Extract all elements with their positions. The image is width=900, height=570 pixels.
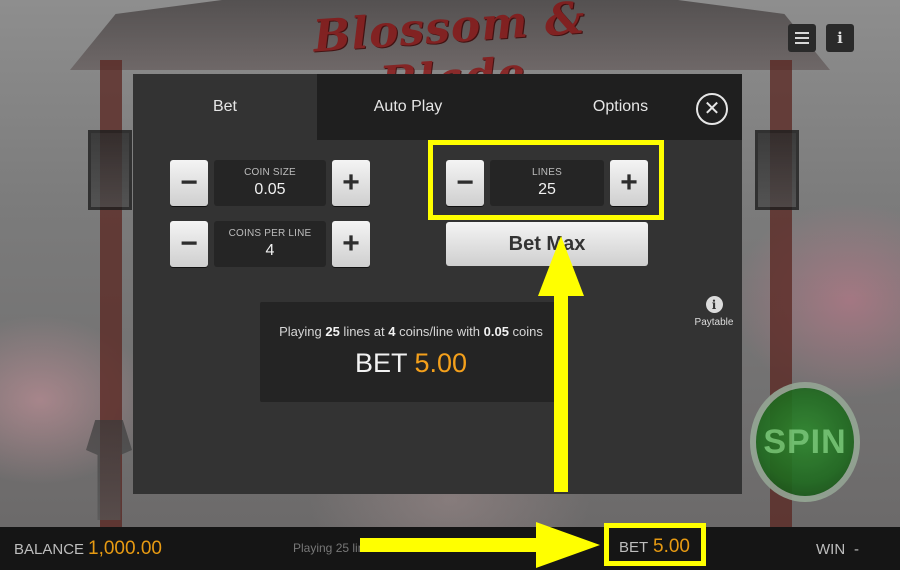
bet-summary-panel: Playing 25 lines at 4 coins/line with 0.…: [260, 302, 562, 402]
bet-max-button[interactable]: Bet Max: [446, 222, 648, 266]
coins-per-line-minus-button[interactable]: −: [170, 221, 208, 267]
coin-size-title: COIN SIZE: [244, 167, 296, 178]
plus-icon: +: [342, 227, 360, 260]
bottom-bet-display[interactable]: BET 5.00: [604, 523, 706, 566]
coins-per-line-field: COINS PER LINE 4: [214, 221, 326, 267]
summary-coin-size: 0.05: [483, 324, 509, 339]
tab-bet-label: Bet: [212, 98, 237, 115]
coins-per-line-stepper: − COINS PER LINE 4 +: [170, 221, 370, 267]
close-button[interactable]: ✕: [696, 93, 728, 125]
coin-size-field: COIN SIZE 0.05: [214, 160, 326, 206]
menu-button[interactable]: [788, 24, 816, 52]
plus-icon: +: [342, 166, 360, 199]
spin-label: SPIN: [763, 422, 847, 461]
hanging-lantern-right: [755, 130, 799, 210]
paytable-label: Paytable: [694, 317, 734, 328]
bet-value: 5.00: [653, 536, 690, 557]
info-button[interactable]: i: [826, 24, 854, 52]
summary-suffix: coins: [508, 324, 543, 339]
spin-button[interactable]: SPIN: [750, 382, 860, 502]
coins-per-line-value: 4: [265, 242, 275, 259]
bet-summary-total: BET 5.00: [260, 348, 562, 379]
win-value: -: [854, 541, 859, 558]
info-icon: i: [837, 29, 843, 47]
tab-options-label: Options: [592, 98, 649, 115]
playing-hint: Playing 25 lin: [293, 541, 365, 555]
summary-bet-label: BET: [354, 348, 407, 378]
summary-bet-value: 5.00: [414, 348, 468, 378]
paytable-info-icon: i: [705, 296, 723, 313]
win-label: WIN: [816, 541, 846, 558]
bet-settings-modal: Bet Auto Play Options ✕ − COIN SIZE 0.05…: [133, 74, 742, 494]
hanging-lantern-left: [88, 130, 132, 210]
bet-max-label: Bet Max: [508, 232, 586, 255]
coin-size-minus-button[interactable]: −: [170, 160, 208, 206]
bottom-bar: BALANCE 1,000.00 Playing 25 lin WIN -: [0, 527, 900, 570]
tab-bet[interactable]: Bet: [133, 74, 317, 140]
balance-label: BALANCE: [14, 541, 85, 558]
summary-mid1: lines at: [339, 324, 389, 339]
tab-auto-play[interactable]: Auto Play: [317, 74, 499, 140]
bet-summary-text: Playing 25 lines at 4 coins/line with 0.…: [260, 324, 562, 339]
coin-size-stepper: − COIN SIZE 0.05 +: [170, 160, 370, 206]
paytable-button[interactable]: i Paytable: [691, 296, 737, 338]
coin-size-plus-button[interactable]: +: [332, 160, 370, 206]
tab-auto-play-label: Auto Play: [373, 98, 443, 115]
summary-prefix: Playing: [279, 324, 326, 339]
game-logo: Blossom & Blade: [268, 0, 632, 109]
coins-per-line-plus-button[interactable]: +: [332, 221, 370, 267]
stone-lantern: [86, 420, 132, 520]
coins-per-line-title: COINS PER LINE: [228, 228, 312, 239]
hamburger-icon: [795, 32, 809, 44]
modal-tabs: Bet Auto Play Options ✕: [133, 74, 742, 140]
minus-icon: −: [180, 227, 198, 260]
summary-mid2: coins/line with: [395, 324, 484, 339]
minus-icon: −: [180, 166, 198, 199]
summary-lines: 25: [325, 324, 340, 339]
balance-value: 1,000.00: [88, 538, 162, 559]
bet-label: BET: [619, 539, 649, 556]
close-icon: ✕: [703, 98, 721, 120]
lines-highlight-box: [428, 140, 664, 220]
coin-size-value: 0.05: [254, 181, 286, 198]
